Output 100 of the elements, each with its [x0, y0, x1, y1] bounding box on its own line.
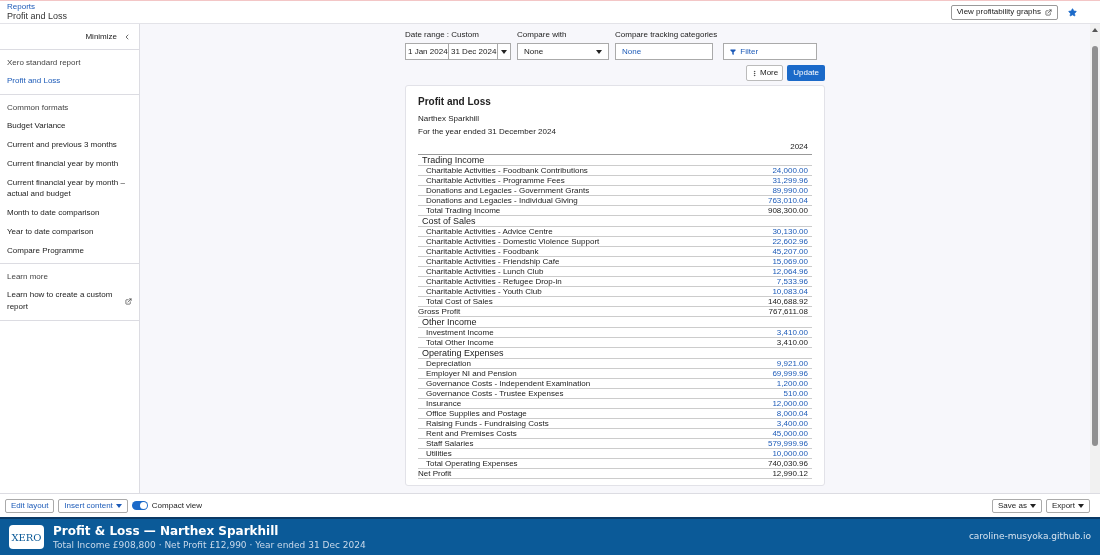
save-as-button[interactable]: Save as [991, 498, 1042, 513]
organisation-name: Narthex Sparkhill [418, 113, 480, 125]
page-title: Profit and Loss [7, 12, 68, 21]
row-value[interactable]: 1,200.00 [776, 379, 808, 388]
row-label: Governance Costs - Independent Examination [426, 379, 591, 388]
date-range-label: Date range : Custom [405, 29, 480, 41]
row-value[interactable]: 45,207.00 [772, 247, 808, 256]
tracking-field[interactable]: None [615, 43, 713, 60]
row-label: Employer NI and Pension [426, 369, 517, 378]
caret-icon [501, 49, 507, 54]
row-label: Donations and Legacies - Government Grants [426, 186, 590, 195]
row-value[interactable]: 8,000.04 [776, 409, 808, 418]
row-label: Charitable Activities - Advice Centre [426, 227, 553, 236]
row-value[interactable]: 31,299.96 [772, 176, 808, 185]
compact-view-toggle[interactable] [131, 501, 148, 510]
export-button[interactable]: Export [1045, 498, 1090, 513]
row-label: Staff Salaries [426, 439, 474, 448]
row-value[interactable]: 7,533.96 [776, 277, 808, 286]
chevron-left-icon[interactable] [123, 32, 131, 41]
row-value: 767,611.08 [768, 307, 808, 316]
row-value[interactable]: 3,400.00 [776, 419, 808, 428]
row-label: Total Other Income [426, 338, 494, 347]
link-text[interactable]: Learn how to create a custom report [7, 289, 121, 313]
banner-title: Profit & Loss — Narthex Sparkhill [53, 523, 280, 539]
row-value[interactable]: 763,010.04 [767, 196, 808, 205]
more-button[interactable]: More [745, 65, 784, 81]
sidebar-link[interactable]: Learn how to create a custom report [7, 287, 132, 315]
tracking-label: Compare tracking categories [615, 29, 718, 41]
caret-icon [596, 49, 602, 54]
row-label: Charitable Activities - Foodbank Contributions [426, 166, 588, 175]
xero-logo: XERO [9, 525, 44, 549]
row-label: Charitable Activities - Programme Fees [426, 176, 565, 185]
section-heading: Learn more [7, 271, 49, 283]
row-value: 140,688.92 [767, 297, 808, 306]
sidebar-item[interactable]: Current and previous 3 months [7, 137, 132, 152]
report-title: Profit and Loss [418, 95, 492, 109]
section-title: Operating Expenses [422, 348, 504, 358]
row-value[interactable]: 510.00 [783, 389, 808, 398]
section-title: Trading Income [422, 155, 485, 165]
row-label: Office Supplies and Postage [426, 409, 527, 418]
row-value: 908,300.00 [767, 206, 808, 215]
row-label: Rent and Premises Costs [426, 429, 517, 438]
row-label: Total Trading Income [426, 206, 501, 215]
row-value[interactable]: 3,410.00 [776, 328, 808, 337]
filter-button[interactable]: Filter [723, 43, 818, 60]
compare-label: Compare with [517, 29, 568, 41]
sidebar-item[interactable]: Year to date comparison [7, 224, 132, 239]
banner-subtitle: Total Income £908,800 · Net Profit £12,990 · Year ended 31 Dec 2024 [53, 538, 366, 551]
date-from-field[interactable]: 1 Jan 2024 [405, 43, 449, 60]
graphs-button[interactable]: View profitability graphs [950, 4, 1058, 20]
scroll-up-icon[interactable] [1092, 28, 1098, 32]
row-value[interactable]: 15,069.00 [772, 257, 808, 266]
row-value[interactable]: 89,990.00 [772, 186, 808, 195]
row-label: Depreciation [426, 359, 471, 368]
sidebar-item[interactable]: Compare Programme [7, 243, 132, 258]
row-value[interactable]: 69,999.96 [772, 369, 808, 378]
row-label: Charitable Activities - Domestic Violence Support [426, 237, 600, 246]
update-button[interactable]: Update [787, 65, 825, 81]
row-value[interactable]: 9,921.00 [776, 359, 808, 368]
row-value: 740,030.96 [767, 459, 808, 468]
sidebar-item[interactable]: Budget Variance [7, 118, 132, 133]
compare-select[interactable]: None [517, 43, 609, 60]
row-label: Charitable Activities - Refugee Drop-in [426, 277, 562, 286]
row-label: Charitable Activities - Foodbank [426, 247, 539, 256]
insert-content-button[interactable]: Insert content [58, 498, 128, 513]
row-label: Raising Funds - Fundraising Costs [426, 419, 549, 428]
row-label: Gross Profit [418, 307, 461, 316]
row-value[interactable]: 24,000.00 [772, 166, 808, 175]
section-heading: Xero standard report [7, 57, 82, 69]
report-period: For the year ended 31 December 2024 [418, 126, 557, 138]
edit-layout-button[interactable]: Edit layout [5, 498, 55, 513]
breadcrumb-link[interactable]: Reports [7, 3, 68, 11]
row-label: Total Cost of Sales [426, 297, 493, 306]
sidebar-item[interactable]: Current financial year by month – actual and budget [7, 175, 132, 201]
row-value[interactable]: 45,000.00 [772, 429, 808, 438]
external-link-icon [1045, 8, 1052, 16]
site-address: caroline-musyoka.github.io [968, 530, 1091, 544]
date-dropdown-button[interactable] [497, 43, 511, 60]
external-link-icon [125, 297, 132, 305]
row-value[interactable]: 22,602.96 [772, 237, 808, 246]
row-label: Donations and Legacies - Individual Giving [426, 196, 578, 205]
scrollbar[interactable] [1090, 24, 1100, 493]
sidebar-link[interactable]: Profit and Loss [7, 73, 132, 89]
date-to-field[interactable]: 31 Dec 2024 [449, 43, 497, 60]
sidebar-item[interactable]: Current financial year by month [7, 156, 132, 171]
section-heading: Common formats [7, 102, 70, 114]
row-value[interactable]: 579,999.96 [767, 439, 808, 448]
sidebar-item[interactable]: Month to date comparison [7, 205, 132, 220]
row-value[interactable]: 10,083.04 [772, 287, 808, 296]
favorite-star-icon[interactable] [1068, 7, 1077, 17]
row-value[interactable]: 30,130.00 [772, 227, 808, 236]
row-value[interactable]: 12,000.00 [772, 399, 808, 408]
row-label: Utilities [426, 449, 452, 458]
column-heading: 2024 [790, 141, 808, 153]
row-value[interactable]: 10,000.00 [772, 449, 808, 458]
row-label: Charitable Activities - Youth Club [426, 287, 542, 296]
row-value[interactable]: 12,064.96 [772, 267, 808, 276]
row-label: Charitable Activities - Lunch Club [426, 267, 544, 276]
scrollbar-thumb[interactable] [1092, 46, 1098, 446]
minimize-label[interactable]: Minimize [85, 30, 117, 43]
